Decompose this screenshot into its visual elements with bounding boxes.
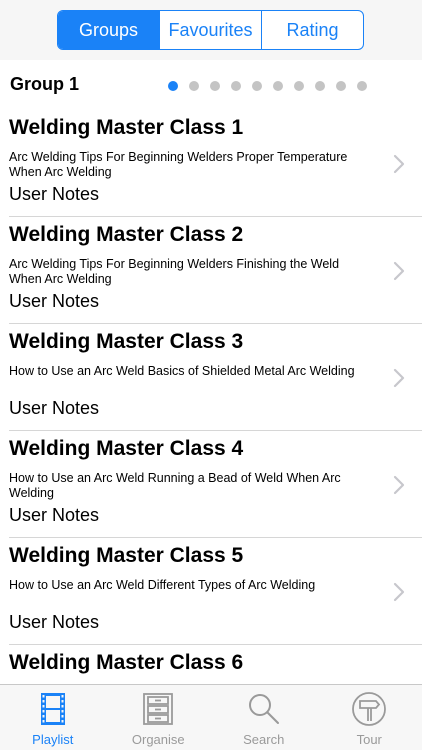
playlist-list[interactable]: Welding Master Class 1 Arc Welding Tips … — [0, 110, 422, 684]
tab-label: Tour — [356, 732, 382, 747]
signpost-icon — [352, 692, 387, 726]
tab-label: Search — [243, 732, 285, 747]
page-dot[interactable] — [336, 81, 346, 91]
group-title: Group 1 — [10, 74, 80, 94]
item-user-notes[interactable]: User Notes — [9, 505, 99, 526]
tab-playlist[interactable]: Playlist — [0, 685, 106, 750]
search-icon — [248, 694, 279, 724]
chevron-right-icon — [393, 475, 405, 495]
item-description: How to Use an Arc Weld Running a Bead of… — [9, 471, 341, 500]
list-item[interactable]: Welding Master Class 2 Arc Welding Tips … — [9, 217, 422, 324]
item-title: Welding Master Class 6 — [9, 651, 244, 674]
item-user-notes[interactable]: User Notes — [9, 291, 99, 312]
item-title: Welding Master Class 1 — [9, 116, 244, 139]
item-user-notes[interactable]: User Notes — [9, 184, 99, 205]
tab-bar: Playlist Organise Search Tour — [0, 684, 422, 750]
item-user-notes[interactable]: User Notes — [9, 398, 99, 419]
top-bar: Groups Favourites Rating — [0, 0, 422, 60]
page-dot[interactable] — [210, 81, 220, 91]
page-dot[interactable] — [273, 81, 283, 91]
segment-favourites[interactable]: Favourites — [159, 11, 261, 49]
film-strip-icon — [40, 693, 65, 725]
segment-groups[interactable]: Groups — [58, 11, 159, 49]
chevron-right-icon — [393, 368, 405, 388]
app-screen: Groups Favourites Rating Group 1 Welding… — [0, 0, 422, 750]
list-item[interactable]: Welding Master Class 5 How to Use an Arc… — [9, 538, 422, 645]
page-dot[interactable] — [252, 81, 262, 91]
item-user-notes[interactable]: User Notes — [9, 612, 99, 633]
segmented-control: Groups Favourites Rating — [57, 10, 364, 50]
tab-label: Playlist — [32, 732, 74, 747]
item-title: Welding Master Class 4 — [9, 437, 244, 460]
chevron-right-icon — [393, 154, 405, 174]
item-description: How to Use an Arc Weld Different Types o… — [9, 578, 316, 592]
list-item[interactable]: Welding Master Class 6 — [9, 645, 422, 684]
page-dot[interactable] — [294, 81, 304, 91]
item-description: How to Use an Arc Weld Basics of Shielde… — [9, 364, 355, 378]
tab-search[interactable]: Search — [211, 685, 317, 750]
chevron-right-icon — [393, 582, 405, 602]
page-dot[interactable] — [189, 81, 199, 91]
page-dot[interactable] — [168, 81, 178, 91]
group-header: Group 1 — [0, 60, 422, 110]
item-description: Arc Welding Tips For Beginning Welders F… — [9, 257, 340, 286]
page-dot[interactable] — [231, 81, 241, 91]
page-indicator[interactable] — [168, 81, 367, 91]
cabinet-icon — [143, 693, 174, 725]
tab-tour[interactable]: Tour — [317, 685, 422, 750]
tab-label: Organise — [131, 732, 185, 747]
page-dot[interactable] — [315, 81, 325, 91]
page-dot[interactable] — [357, 81, 367, 91]
item-title: Welding Master Class 2 — [9, 223, 244, 246]
segment-rating[interactable]: Rating — [261, 11, 363, 49]
item-title: Welding Master Class 5 — [9, 544, 244, 567]
item-description: Arc Welding Tips For Beginning Welders P… — [9, 150, 348, 179]
chevron-right-icon — [393, 261, 405, 281]
list-item[interactable]: Welding Master Class 3 How to Use an Arc… — [9, 324, 422, 431]
item-title: Welding Master Class 3 — [9, 330, 244, 353]
list-item[interactable]: Welding Master Class 4 How to Use an Arc… — [9, 431, 422, 538]
tab-organise[interactable]: Organise — [106, 685, 212, 750]
list-item[interactable]: Welding Master Class 1 Arc Welding Tips … — [9, 110, 422, 217]
